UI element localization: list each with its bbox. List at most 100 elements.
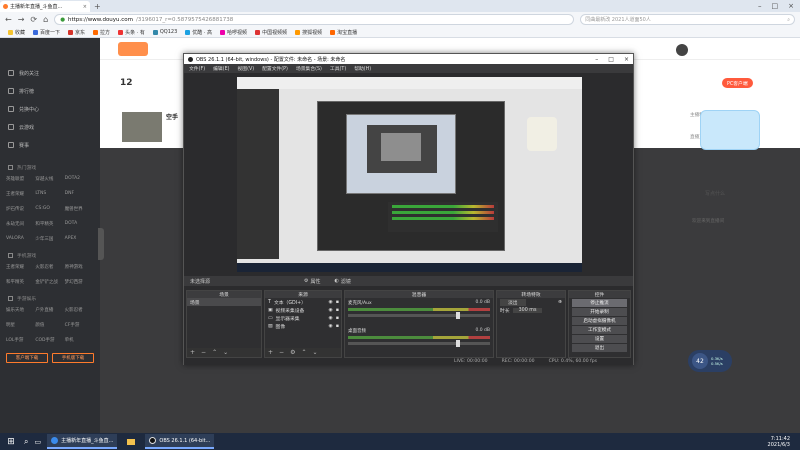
address-bar[interactable]: ● https://www.douyu.com/3196017_r=0.5879… — [54, 14, 575, 25]
windows-start-icon[interactable]: ⊞ — [4, 437, 18, 447]
game-link[interactable]: 颜值 — [35, 322, 64, 328]
eye-icon[interactable]: ◉ — [329, 300, 333, 305]
app-download-button[interactable]: 手机版下载 — [52, 353, 94, 363]
obs-minimize-icon[interactable]: – — [595, 56, 598, 63]
game-link[interactable]: 户外直播 — [35, 307, 64, 313]
menu-tools[interactable]: 工具(T) — [330, 65, 346, 72]
volume-slider[interactable] — [348, 340, 490, 347]
room-thumbnail[interactable] — [122, 112, 162, 142]
properties-button[interactable]: ⚙ 属性 — [304, 278, 321, 285]
game-link[interactable]: 单机 — [65, 337, 94, 343]
source-item[interactable]: ▭ 显示器采集 ◉ ▪ — [265, 314, 341, 322]
game-link[interactable]: LOL手游 — [6, 337, 35, 343]
game-link[interactable]: 火影忍者 — [35, 264, 64, 270]
system-clock[interactable]: 7:11:42 2021/6/3 — [768, 436, 800, 448]
game-link[interactable]: 原神游戏 — [65, 264, 94, 270]
lock-icon[interactable]: ▪ — [336, 316, 339, 321]
remove-scene-icon[interactable]: − — [201, 349, 206, 356]
volume-knob[interactable] — [456, 340, 460, 347]
move-down-icon[interactable]: ⌄ — [312, 349, 317, 356]
bookmark-item[interactable]: 拉方 — [93, 29, 110, 36]
add-source-icon[interactable]: + — [268, 349, 273, 356]
start-recording-button[interactable]: 开始录制 — [572, 308, 627, 316]
bookmark-item[interactable]: 百度一下 — [33, 29, 60, 36]
game-link[interactable]: 和平精英 — [35, 221, 64, 227]
volume-slider[interactable] — [348, 312, 490, 319]
game-link[interactable]: 娱乐天地 — [6, 307, 35, 313]
remove-source-icon[interactable]: − — [279, 349, 284, 356]
scene-item[interactable]: 场景 — [187, 298, 261, 306]
filters-button[interactable]: ◐ 滤镜 — [335, 278, 351, 285]
bookmark-item[interactable]: 头条 · 有 — [118, 29, 145, 36]
eye-icon[interactable]: ◉ — [329, 324, 333, 329]
menu-help[interactable]: 帮助(H) — [354, 65, 371, 72]
menu-scene-collection[interactable]: 场景集合(S) — [296, 65, 322, 72]
source-item[interactable]: ▣ 视频采集设备 ◉ ▪ — [265, 306, 341, 314]
pc-client-badge[interactable]: PC客户端 — [722, 78, 753, 88]
game-link[interactable]: 金铲铲之战 — [35, 279, 64, 285]
move-down-icon[interactable]: ⌄ — [223, 349, 228, 356]
nav-follow[interactable]: 我的关注 — [0, 64, 100, 82]
exit-button[interactable]: 退出 — [572, 344, 627, 352]
bookmark-item[interactable]: 京东 — [68, 29, 85, 36]
pc-download-button[interactable]: 客户端下载 — [6, 353, 48, 363]
bookmark-item[interactable]: 哈啰视频 — [220, 29, 247, 36]
search-icon[interactable]: ⌕ — [787, 17, 790, 23]
nav-events[interactable]: 赛事 — [0, 136, 100, 154]
nav-cloud-game[interactable]: 云游戏 — [0, 118, 100, 136]
stop-streaming-button[interactable]: 停止推流 — [572, 299, 627, 307]
nav-rank[interactable]: 排行榜 — [0, 82, 100, 100]
taskbar-browser[interactable]: 主播新年直播_斗鱼直... — [47, 434, 118, 449]
network-speed-widget[interactable]: 42 0.3K/s 0.5K/s — [688, 350, 732, 372]
game-link[interactable]: LTNS — [35, 191, 64, 197]
game-link[interactable]: 英雄联盟 — [6, 176, 35, 182]
close-window-icon[interactable]: × — [788, 2, 794, 10]
menu-profile[interactable]: 配置文件(P) — [262, 65, 288, 72]
search-box[interactable]: 同曲最新改 2021人道面50人 ⌕ — [580, 14, 795, 25]
bookmark-item[interactable]: 淘宝直播 — [330, 29, 357, 36]
source-item[interactable]: ▨ 图像 ◉ ▪ — [265, 322, 341, 330]
game-link[interactable]: DOTA — [65, 221, 94, 227]
obs-preview-canvas[interactable] — [237, 77, 582, 272]
search-icon[interactable]: ⌕ — [24, 437, 28, 447]
minimize-icon[interactable]: – — [758, 2, 762, 10]
user-avatar[interactable] — [676, 44, 688, 56]
nav-exchange[interactable]: 兑换中心 — [0, 100, 100, 118]
move-up-icon[interactable]: ⌃ — [212, 349, 217, 356]
virtual-camera-button[interactable]: 启动虚拟摄像机 — [572, 317, 627, 325]
task-view-icon[interactable]: ▭ — [34, 438, 41, 446]
settings-button[interactable]: 设置 — [572, 335, 627, 343]
lock-icon[interactable]: ▪ — [336, 308, 339, 313]
game-link[interactable]: 永劫无间 — [6, 221, 35, 227]
lock-icon[interactable]: ▪ — [336, 300, 339, 305]
bookmark-item[interactable]: 收藏 — [8, 29, 25, 36]
browser-tab[interactable]: 主播新年直播_斗鱼直... × — [0, 1, 90, 12]
game-link[interactable]: CS:GO — [35, 206, 64, 212]
source-settings-icon[interactable]: ⚙ — [290, 349, 295, 356]
back-icon[interactable]: ← — [5, 15, 12, 24]
add-scene-icon[interactable]: + — [190, 349, 195, 356]
bookmark-item[interactable]: 搜狐视频 — [295, 29, 322, 36]
game-link[interactable]: 魔兽世界 — [65, 206, 94, 212]
game-link[interactable]: 和平精英 — [6, 279, 35, 285]
refresh-icon[interactable]: ⟳ — [30, 15, 37, 24]
studio-mode-button[interactable]: 工作室模式 — [572, 326, 627, 334]
game-link[interactable]: APEX — [65, 236, 94, 242]
game-link[interactable]: 王者荣耀 — [6, 264, 35, 270]
eye-icon[interactable]: ◉ — [329, 316, 333, 321]
game-link[interactable]: 梦幻西游 — [65, 279, 94, 285]
duration-input[interactable]: 300 ms — [512, 307, 543, 313]
menu-file[interactable]: 文件(F) — [189, 65, 205, 72]
game-link[interactable]: 炉石传说 — [6, 206, 35, 212]
new-tab-button[interactable]: + — [94, 2, 101, 11]
bookmark-item[interactable]: 优酷 · 高 — [185, 29, 212, 36]
game-link[interactable]: DNF — [65, 191, 94, 197]
close-tab-icon[interactable]: × — [83, 4, 87, 10]
obs-maximize-icon[interactable]: □ — [608, 56, 614, 63]
maximize-icon[interactable]: □ — [772, 2, 779, 10]
game-link[interactable]: 王者荣耀 — [6, 191, 35, 197]
eye-icon[interactable]: ◉ — [329, 308, 333, 313]
move-up-icon[interactable]: ⌃ — [301, 349, 306, 356]
room-title[interactable]: 空手 — [166, 112, 178, 121]
game-link[interactable]: CF手游 — [65, 322, 94, 328]
